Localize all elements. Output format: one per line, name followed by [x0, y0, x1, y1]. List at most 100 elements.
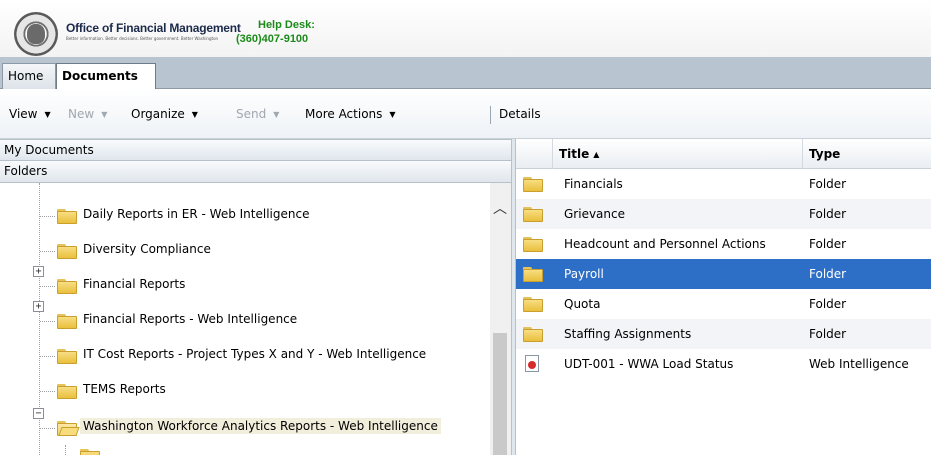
new-label: New	[68, 107, 95, 121]
new-menu[interactable]: New ▼	[68, 107, 107, 121]
row-type: Folder	[809, 267, 847, 281]
toolbar: View ▼ New ▼ Organize ▼ Send ▼ More Actions ▼…	[0, 89, 931, 139]
tree-node-daily-reports[interactable]: Daily Reports in ER - Web Intelligence	[0, 201, 490, 231]
folder-icon	[523, 207, 543, 222]
tab-documents[interactable]: Documents	[56, 63, 156, 90]
view-menu[interactable]: View ▼	[9, 107, 51, 121]
tab-home[interactable]: Home	[2, 63, 56, 89]
folder-icon	[57, 384, 77, 399]
tree-connector	[40, 216, 55, 217]
row-title: Financials	[564, 177, 623, 191]
tree-node-tems-reports[interactable]: TEMS Reports	[0, 376, 490, 406]
row-title: Staffing Assignments	[564, 327, 692, 341]
chevron-down-icon: ▼	[273, 110, 280, 119]
app-header: Office of Financial Management Better in…	[0, 0, 931, 57]
tree-node-it-cost-reports[interactable]: IT Cost Reports - Project Types X and Y …	[0, 341, 490, 371]
send-menu[interactable]: Send ▼	[236, 107, 279, 121]
details-button[interactable]: Details	[499, 107, 541, 121]
tree-node-wwa-reports[interactable]: − Washington Workforce Analytics Reports…	[0, 408, 490, 443]
tree-scrollbar[interactable]: ︿	[490, 183, 511, 455]
expand-icon[interactable]: +	[33, 266, 44, 277]
row-title: UDT-001 - WWA Load Status	[564, 357, 734, 371]
row-title: Quota	[564, 297, 601, 311]
tree-connector	[40, 391, 55, 392]
tree-node-label: Washington Workforce Analytics Reports -…	[80, 418, 441, 434]
org-tagline: Better information. Better decisions. Be…	[66, 36, 219, 41]
grid-header: Title ▲ Type	[516, 139, 931, 169]
row-title: Grievance	[564, 207, 625, 221]
tree-node-label: Financial Reports	[83, 277, 186, 291]
table-row[interactable]: Headcount and Personnel Actions Folder	[516, 229, 931, 259]
row-type: Folder	[809, 237, 847, 251]
more-actions-label: More Actions	[305, 107, 383, 121]
collapse-icon[interactable]: −	[33, 408, 44, 419]
title-column-label: Title	[559, 147, 590, 161]
tree-connector	[65, 445, 66, 455]
tree-node-financial-reports-webi[interactable]: + Financial Reports - Web Intelligence	[0, 301, 490, 336]
folder-icon	[57, 209, 77, 224]
folders-header[interactable]: Folders	[0, 161, 511, 183]
tree-node-diversity-compliance[interactable]: Diversity Compliance	[0, 236, 490, 266]
row-type: Folder	[809, 177, 847, 191]
chevron-down-icon: ▼	[389, 110, 396, 119]
tree-node-label: Financial Reports - Web Intelligence	[83, 312, 298, 326]
tree-node-label: TEMS Reports	[83, 382, 166, 396]
table-row[interactable]: Quota Folder	[516, 289, 931, 319]
org-name: Office of Financial Management	[66, 21, 241, 35]
chevron-down-icon: ▼	[44, 110, 51, 119]
type-column-header[interactable]: Type	[802, 139, 931, 169]
help-desk-phone: (360)407-9100	[236, 33, 309, 45]
tree-connector	[40, 428, 55, 429]
open-folder-icon	[57, 421, 80, 436]
chevron-down-icon: ▼	[191, 110, 198, 119]
icon-column-header	[516, 139, 552, 169]
help-desk-label: Help Desk:	[258, 19, 315, 31]
folder-icon	[57, 279, 77, 294]
folder-icon	[57, 349, 77, 364]
row-type: Web Intelligence	[809, 357, 909, 371]
row-type: Folder	[809, 327, 847, 341]
folder-icon	[80, 449, 100, 455]
folder-icon	[523, 177, 543, 192]
view-label: View	[9, 107, 38, 121]
table-row[interactable]: Financials Folder	[516, 169, 931, 199]
table-row-selected[interactable]: Payroll Folder	[516, 259, 931, 289]
tree-node-label: Daily Reports in ER - Web Intelligence	[83, 207, 310, 221]
scrollbar-thumb[interactable]	[493, 333, 507, 455]
my-documents-header[interactable]: My Documents	[0, 139, 511, 161]
web-intelligence-icon	[525, 355, 539, 372]
organize-menu[interactable]: Organize ▼	[131, 107, 198, 121]
tree-node-label: Diversity Compliance	[83, 242, 211, 256]
state-seal-icon	[14, 12, 58, 56]
folder-tree: Daily Reports in ER - Web Intelligence D…	[0, 183, 490, 455]
folder-icon	[523, 297, 543, 312]
tree-connector	[40, 251, 55, 252]
folder-icon	[57, 314, 77, 329]
row-type: Folder	[809, 297, 847, 311]
tree-connector	[40, 286, 55, 287]
folder-icon	[523, 327, 543, 342]
more-actions-menu[interactable]: More Actions ▼	[305, 107, 396, 121]
sort-ascending-icon: ▲	[593, 150, 600, 159]
row-title: Payroll	[564, 267, 604, 281]
folder-icon	[57, 244, 77, 259]
scroll-up-icon[interactable]: ︿	[493, 198, 507, 218]
navigation-panel: My Documents Folders Daily Reports in ER…	[0, 139, 511, 455]
tree-connector	[40, 321, 55, 322]
organize-label: Organize	[131, 107, 185, 121]
row-type: Folder	[809, 207, 847, 221]
table-row[interactable]: Grievance Folder	[516, 199, 931, 229]
tree-node-financial-reports[interactable]: + Financial Reports	[0, 266, 490, 301]
table-row[interactable]: Staffing Assignments Folder	[516, 319, 931, 349]
row-title: Headcount and Personnel Actions	[564, 237, 766, 251]
folder-icon	[523, 237, 543, 252]
documents-grid: Title ▲ Type Financials Folder Grievance …	[516, 139, 931, 455]
expand-icon[interactable]: +	[33, 301, 44, 312]
send-label: Send	[236, 107, 267, 121]
toolbar-divider	[490, 106, 491, 124]
tree-connector	[40, 356, 55, 357]
table-row[interactable]: UDT-001 - WWA Load Status Web Intelligen…	[516, 349, 931, 379]
chevron-down-icon: ▼	[101, 110, 108, 119]
tree-node-label: IT Cost Reports - Project Types X and Y …	[83, 347, 427, 361]
title-column-header[interactable]: Title ▲	[552, 139, 802, 169]
